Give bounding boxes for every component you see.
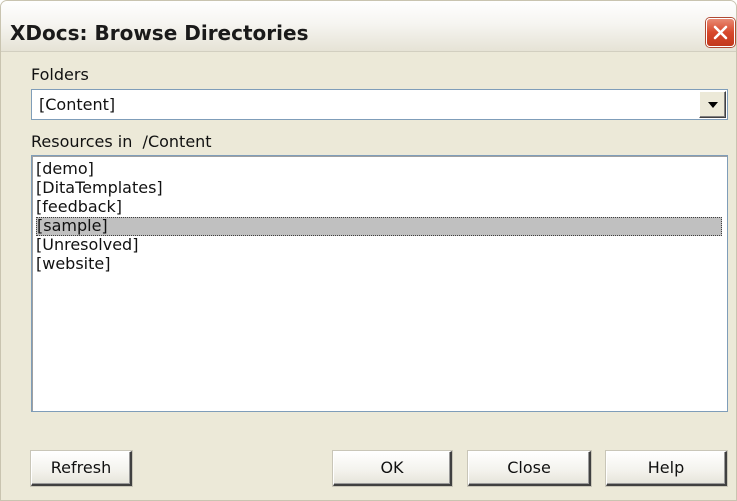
folders-selected-value: [Content] <box>39 95 116 114</box>
resources-list[interactable]: [demo] [DitaTemplates] [feedback] [sampl… <box>31 155 728 412</box>
close-x-icon <box>713 25 728 40</box>
list-item[interactable]: [DitaTemplates] <box>36 179 722 198</box>
browse-directories-dialog: XDocs: Browse Directories Folders [Conte… <box>0 0 737 501</box>
list-item[interactable]: [feedback] <box>36 198 722 217</box>
title-bar[interactable]: XDocs: Browse Directories <box>1 1 736 52</box>
list-item[interactable]: [demo] <box>36 160 722 179</box>
refresh-button[interactable]: Refresh <box>31 451 132 486</box>
help-button[interactable]: Help <box>606 451 727 486</box>
list-item[interactable]: [Unresolved] <box>36 236 722 255</box>
folders-dropdown-button[interactable] <box>699 91 726 118</box>
close-window-button[interactable] <box>706 18 735 47</box>
folders-label: Folders <box>31 65 89 84</box>
close-button[interactable]: Close <box>468 451 591 486</box>
chevron-down-icon <box>708 102 718 108</box>
list-item[interactable]: [website] <box>36 255 722 274</box>
window-title: XDocs: Browse Directories <box>10 21 309 45</box>
list-item-selected[interactable]: [sample] <box>36 217 722 236</box>
folders-select[interactable]: [Content] <box>31 89 728 120</box>
ok-button[interactable]: OK <box>333 451 452 486</box>
resources-label: Resources in /Content <box>31 132 212 151</box>
